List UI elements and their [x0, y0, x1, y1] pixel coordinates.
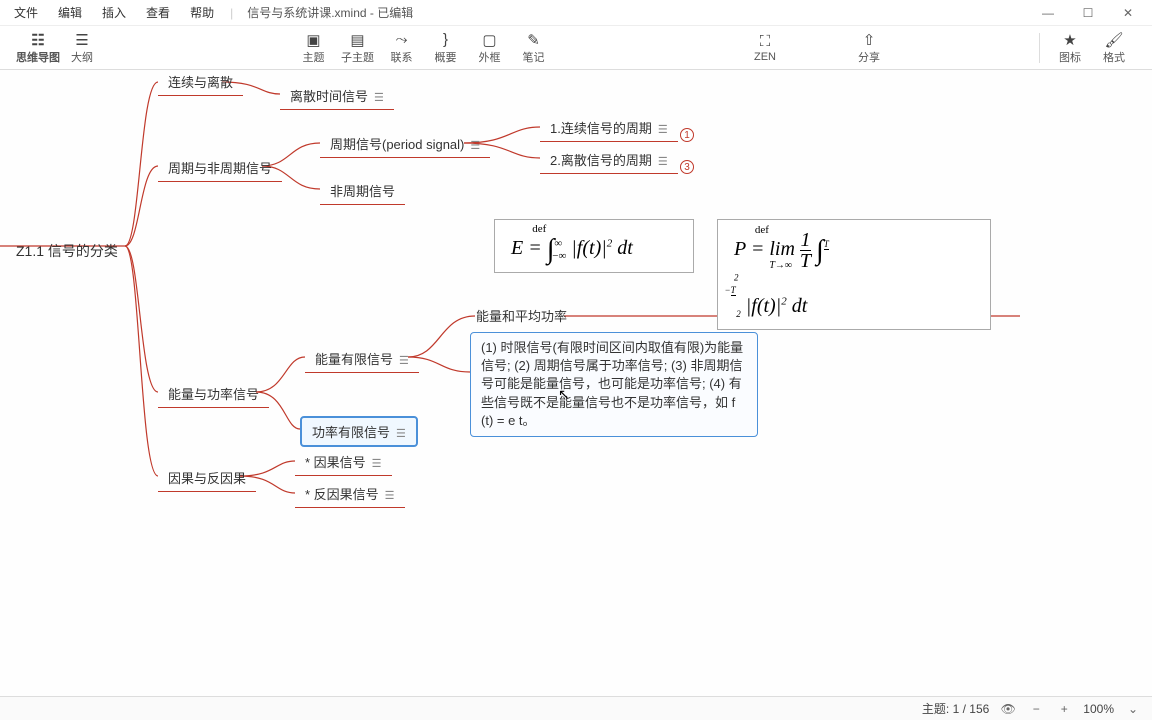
insert-summary[interactable]: }概要 — [424, 31, 468, 65]
node-causal[interactable]: 因果与反因果 — [158, 464, 256, 492]
menu-help[interactable]: 帮助 — [180, 0, 224, 25]
insert-relation[interactable]: ⤳联系 — [380, 31, 424, 65]
node-nonperiodic-signal[interactable]: 非周期信号 — [320, 177, 405, 205]
notes-icon: ☰ — [374, 92, 384, 104]
badge-3[interactable]: 3 — [680, 160, 694, 174]
notes-icon: ☰ — [396, 428, 406, 440]
node-causal-signal[interactable]: * 因果信号☰ — [295, 448, 392, 476]
view-mindmap[interactable]: ☷思维导图 — [16, 31, 60, 65]
separator: | — [230, 6, 233, 20]
notes-icon: ☰ — [385, 490, 395, 502]
share-icon: ⇧ — [863, 31, 876, 49]
share-button[interactable]: ⇧分享 — [847, 31, 891, 65]
view-outline[interactable]: ☰大纲 — [60, 31, 104, 65]
outline-icon: ☰ — [75, 31, 88, 49]
node-energy-power[interactable]: 能量与功率信号 — [158, 380, 269, 408]
formula-power[interactable]: P def= limT→∞ 1T ∫T2−T 2 |f(t)|2 dt — [717, 219, 991, 330]
node-power-limited[interactable]: 功率有限信号☰ — [300, 416, 418, 447]
minimize-button[interactable]: — — [1028, 0, 1068, 26]
notes-icon: ☰ — [399, 355, 409, 367]
format-button[interactable]: 🖌格式 — [1092, 31, 1136, 65]
close-button[interactable]: ✕ — [1108, 0, 1148, 26]
mindmap-canvas[interactable]: Z1.1 信号的分类 连续与离散 离散时间信号☰ 周期与非周期信号 周期信号(p… — [0, 70, 1152, 700]
document-title: 信号与系统讲课.xmind - 已编辑 — [247, 4, 413, 21]
icon-button[interactable]: ★图标 — [1048, 31, 1092, 65]
insert-note[interactable]: ✎笔记 — [512, 31, 556, 65]
menu-insert[interactable]: 插入 — [92, 0, 136, 25]
zoom-dropdown[interactable]: ⌄ — [1124, 702, 1142, 716]
note-title[interactable]: 能量和平均功率 — [476, 306, 567, 325]
note-icon: ✎ — [527, 31, 540, 49]
note-body[interactable]: (1) 时限信号(有限时间区间内取值有限)为能量信号; (2) 周期信号属于功率… — [470, 332, 758, 437]
zoom-level[interactable]: 100% — [1083, 702, 1114, 716]
star-icon: ★ — [1063, 31, 1076, 49]
notes-icon: ☰ — [658, 124, 668, 136]
node-continuous-discrete[interactable]: 连续与离散 — [158, 70, 243, 96]
mindmap-icon: ☷ — [31, 31, 44, 49]
menu-file[interactable]: 文件 — [4, 0, 48, 25]
titlebar: 文件 编辑 插入 查看 帮助 | 信号与系统讲课.xmind - 已编辑 — ☐… — [0, 0, 1152, 26]
node-discrete-time-signal[interactable]: 离散时间信号☰ — [280, 82, 394, 110]
toolbar: ☷思维导图 ☰大纲 ▣主题 ▤子主题 ⤳联系 }概要 ▢外框 ✎笔记 ⛶ZEN … — [0, 26, 1152, 70]
notes-icon: ☰ — [658, 156, 668, 168]
badge-1[interactable]: 1 — [680, 128, 694, 142]
brush-icon: 🖌 — [1104, 31, 1123, 49]
maximize-button[interactable]: ☐ — [1068, 0, 1108, 26]
node-periodic-nonperiodic[interactable]: 周期与非周期信号 — [158, 154, 282, 182]
formula-energy[interactable]: E def= ∫∞−∞ |f(t)|2 dt — [494, 219, 694, 273]
toolbar-divider — [1039, 33, 1040, 63]
statusbar: 主题: 1 / 156 👁 − + 100% ⌄ — [0, 696, 1152, 720]
zen-mode[interactable]: ⛶ZEN — [743, 33, 787, 63]
menu-edit[interactable]: 编辑 — [48, 0, 92, 25]
boundary-icon: ▢ — [482, 31, 496, 49]
node-energy-limited[interactable]: 能量有限信号☰ — [305, 345, 419, 373]
notes-icon: ☰ — [470, 140, 480, 152]
zen-icon: ⛶ — [760, 33, 771, 51]
relation-icon: ⤳ — [395, 31, 407, 49]
node-discrete-period[interactable]: 2.离散信号的周期☰ — [540, 146, 678, 174]
topic-icon: ▣ — [306, 31, 320, 49]
topic-count: 主题: 1 / 156 — [922, 700, 989, 717]
node-anticausal-signal[interactable]: * 反因果信号☰ — [295, 480, 405, 508]
visibility-icon[interactable]: 👁 — [999, 702, 1017, 716]
node-root[interactable]: Z1.1 信号的分类 — [6, 237, 128, 265]
node-periodic-signal[interactable]: 周期信号(period signal)☰ — [320, 130, 490, 158]
menu-view[interactable]: 查看 — [136, 0, 180, 25]
insert-subtopic[interactable]: ▤子主题 — [336, 31, 380, 65]
insert-boundary[interactable]: ▢外框 — [468, 31, 512, 65]
notes-icon: ☰ — [372, 458, 382, 470]
summary-icon: } — [443, 31, 448, 49]
zoom-in-button[interactable]: + — [1055, 702, 1073, 716]
zoom-out-button[interactable]: − — [1027, 702, 1045, 716]
node-continuous-period[interactable]: 1.连续信号的周期☰ — [540, 114, 678, 142]
mouse-cursor: ↖ — [558, 386, 570, 403]
subtopic-icon: ▤ — [350, 31, 364, 49]
insert-topic[interactable]: ▣主题 — [292, 31, 336, 65]
